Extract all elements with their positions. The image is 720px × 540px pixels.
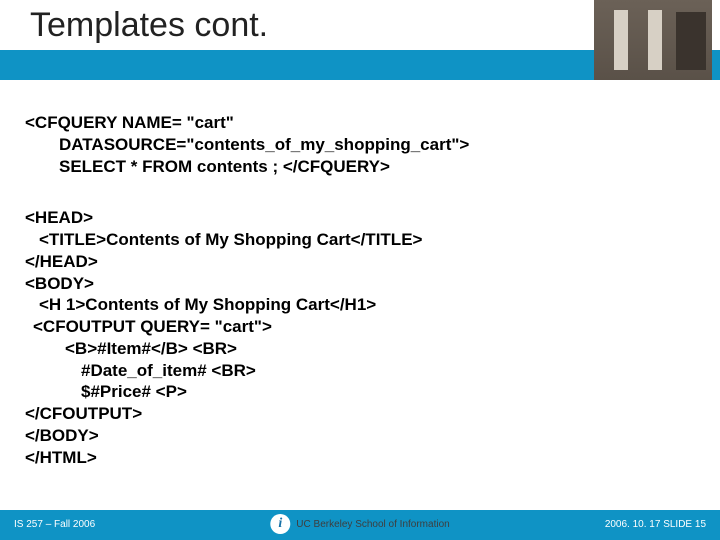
slide-title: Templates cont. <box>30 6 268 45</box>
footer-left-text: IS 257 – Fall 2006 <box>14 519 95 530</box>
code-line: $#Price# <P> <box>25 381 695 403</box>
code-block-2: <HEAD> <TITLE>Contents of My Shopping Ca… <box>25 207 695 468</box>
header-photo <box>594 0 712 80</box>
footer-center-text: UC Berkeley School of Information <box>296 519 449 530</box>
code-line: <BODY> <box>25 273 695 295</box>
code-line: <CFOUTPUT QUERY= "cart"> <box>25 316 695 338</box>
code-line: </BODY> <box>25 425 695 447</box>
code-line: </HEAD> <box>25 251 695 273</box>
slide: Templates cont. <CFQUERY NAME= "cart" DA… <box>0 0 720 540</box>
footer-bar: IS 257 – Fall 2006 UC Berkeley School of… <box>0 510 720 540</box>
ischool-logo-icon <box>270 514 290 534</box>
code-line: <HEAD> <box>25 207 695 229</box>
code-block-1: <CFQUERY NAME= "cart" DATASOURCE="conten… <box>25 112 695 177</box>
footer-right-text: 2006. 10. 17 SLIDE 15 <box>605 519 706 530</box>
code-line: SELECT * FROM contents ; </CFQUERY> <box>25 156 695 178</box>
code-line: #Date_of_item# <BR> <box>25 360 695 382</box>
code-line: </CFOUTPUT> <box>25 403 695 425</box>
photo-column <box>614 10 628 70</box>
footer-center: UC Berkeley School of Information <box>270 514 449 534</box>
photo-door <box>676 12 706 70</box>
header: Templates cont. <box>0 0 720 80</box>
code-line: </HTML> <box>25 447 695 469</box>
photo-column <box>648 10 662 70</box>
code-line: <B>#Item#</B> <BR> <box>25 338 695 360</box>
code-line: <H 1>Contents of My Shopping Cart</H1> <box>25 294 695 316</box>
code-line: <CFQUERY NAME= "cart" <box>25 112 695 134</box>
slide-body: <CFQUERY NAME= "cart" DATASOURCE="conten… <box>25 112 695 468</box>
code-line: DATASOURCE="contents_of_my_shopping_cart… <box>25 134 695 156</box>
code-line: <TITLE>Contents of My Shopping Cart</TIT… <box>25 229 695 251</box>
